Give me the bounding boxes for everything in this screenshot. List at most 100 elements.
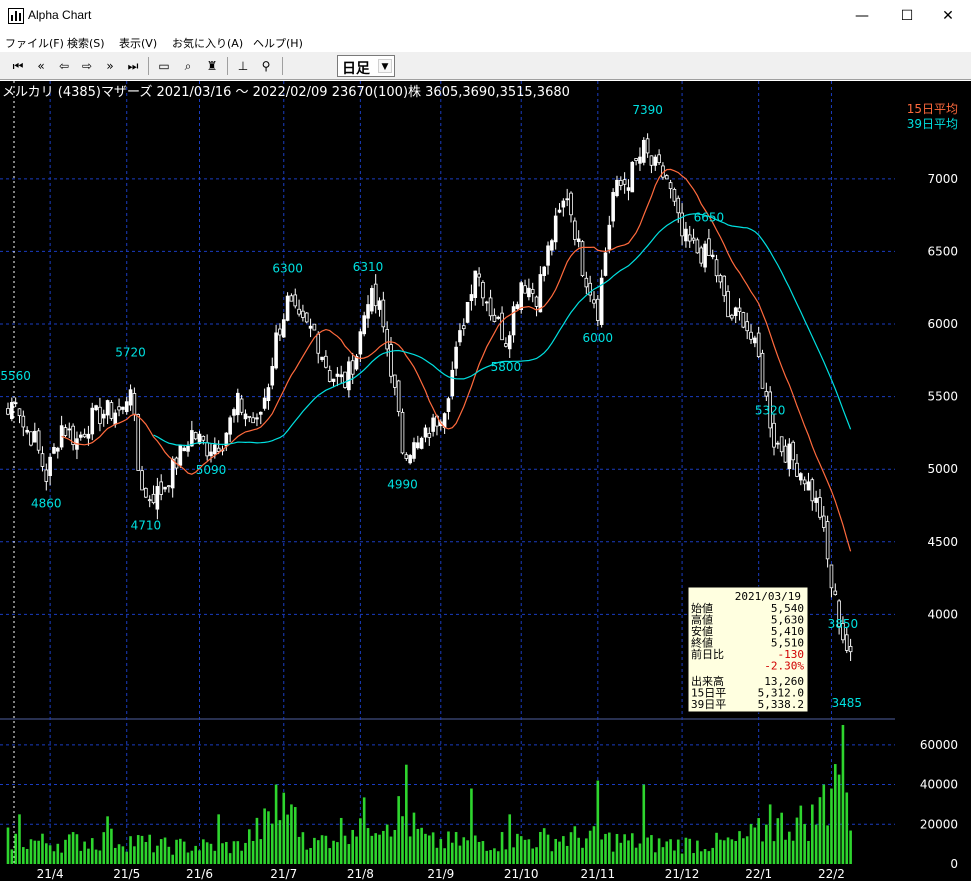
volume-bar xyxy=(41,833,44,864)
volume-bar xyxy=(186,852,190,864)
candle-body xyxy=(63,427,68,436)
candle-body xyxy=(186,445,190,452)
volume-bar xyxy=(33,840,37,864)
candle-body xyxy=(825,521,830,560)
candle-body xyxy=(515,304,520,309)
volume-bar xyxy=(849,830,852,864)
volume-bar xyxy=(182,841,186,864)
candle-body xyxy=(450,369,455,397)
candle-body xyxy=(140,470,144,491)
candle-body xyxy=(776,442,780,445)
title-bar: Alpha Chart — ☐ ✕ xyxy=(0,0,971,32)
candle-body xyxy=(197,433,202,444)
candle-body xyxy=(634,158,638,161)
candle-body xyxy=(504,343,508,347)
candle-body xyxy=(465,301,470,323)
fast-forward-icon[interactable]: » xyxy=(100,57,120,75)
volume-bar xyxy=(730,839,734,864)
date-tick-label: 21/4 xyxy=(37,867,64,881)
volume-bar xyxy=(573,826,577,864)
candle-body xyxy=(419,437,424,449)
volume-bar xyxy=(619,842,623,864)
jump-last-icon[interactable]: ⏭ xyxy=(123,57,143,75)
volume-bar xyxy=(761,841,764,864)
volume-bar xyxy=(117,844,121,864)
volume-bar xyxy=(60,852,63,864)
candle-body xyxy=(281,319,286,338)
menu-file[interactable]: ファイル(F) xyxy=(5,35,64,51)
menu-view[interactable]: 表示(V) xyxy=(119,35,157,51)
back-arrow-icon[interactable]: ⇦ xyxy=(54,57,74,75)
volume-bar xyxy=(194,845,197,864)
candle-body xyxy=(848,645,853,653)
volume-bar xyxy=(324,835,328,864)
volume-bar xyxy=(217,814,220,864)
minimize-button[interactable]: — xyxy=(839,0,885,32)
candle-body xyxy=(603,252,608,276)
candle-body xyxy=(86,433,91,439)
stock-chart[interactable]: 4000 4500 5000 5500 6000 6500 7000 0 20000 40000 6… xyxy=(0,81,971,881)
chart-settings-icon[interactable]: ⊥ xyxy=(233,57,253,75)
maximize-button[interactable]: ☐ xyxy=(884,0,930,32)
candle-body xyxy=(684,228,688,242)
candle-body xyxy=(844,634,849,651)
volume-bar xyxy=(362,797,366,864)
menu-favorites[interactable]: お気に入り(A) xyxy=(172,35,243,51)
candle-body xyxy=(645,138,650,154)
candle-body xyxy=(101,413,106,419)
candle-body xyxy=(10,402,14,420)
search-icon[interactable]: ⌕ xyxy=(178,57,198,75)
volume-bar xyxy=(351,829,354,864)
zoom-icon[interactable]: ⚲ xyxy=(256,57,276,75)
volume-bar xyxy=(772,841,776,864)
volume-bar xyxy=(527,839,531,864)
volume-bar xyxy=(424,833,427,864)
price-annotation: 6310 xyxy=(353,260,384,274)
close-button[interactable]: ✕ xyxy=(925,0,971,32)
volume-bar xyxy=(179,838,182,864)
volume-bar xyxy=(267,811,270,864)
volume-bar xyxy=(753,827,757,864)
date-tick-label: 21/9 xyxy=(427,867,454,881)
volume-bar xyxy=(167,846,171,864)
candle-body xyxy=(553,215,558,243)
volume-bar xyxy=(581,847,584,864)
volume-bar xyxy=(768,804,772,864)
candle-body xyxy=(802,479,807,485)
volume-bar xyxy=(297,836,301,864)
volume-tick-label: 20000 xyxy=(920,817,958,831)
volume-bar xyxy=(562,836,565,864)
candle-body xyxy=(653,156,658,166)
volume-bar xyxy=(673,850,676,864)
jump-first-icon[interactable]: ⏮ xyxy=(8,57,28,75)
fast-back-icon[interactable]: « xyxy=(31,57,51,75)
price-annotation: 6650 xyxy=(694,211,725,225)
candle-body xyxy=(33,430,37,443)
chevron-down-icon[interactable]: ▼ xyxy=(378,59,392,73)
candle-body xyxy=(699,247,704,264)
volume-bar xyxy=(604,833,607,864)
forward-arrow-icon[interactable]: ⇨ xyxy=(77,57,97,75)
menu-help[interactable]: ヘルプ(H) xyxy=(253,35,303,51)
volume-tick-label: 40000 xyxy=(920,778,958,792)
candle-body xyxy=(492,314,497,322)
volume-bar xyxy=(550,851,554,864)
period-select[interactable]: 日足 ▼ xyxy=(337,55,395,77)
volume-bar xyxy=(87,848,90,864)
volume-bar xyxy=(263,808,266,864)
volume-bar xyxy=(6,827,10,864)
candle-body xyxy=(393,374,397,388)
tree-icon[interactable]: ♜ xyxy=(202,57,222,75)
volume-bar xyxy=(826,825,829,864)
candle-body xyxy=(155,486,160,510)
candle-body xyxy=(205,442,209,457)
volume-bar xyxy=(121,846,125,864)
candle-body xyxy=(507,335,512,350)
candle-body xyxy=(737,307,742,313)
volume-bar xyxy=(811,804,814,864)
folder-icon[interactable]: ▭ xyxy=(154,57,174,75)
menu-search[interactable]: 検索(S) xyxy=(67,35,105,51)
candle-body xyxy=(270,366,275,386)
volume-bar xyxy=(493,848,496,864)
candle-body xyxy=(733,307,738,316)
